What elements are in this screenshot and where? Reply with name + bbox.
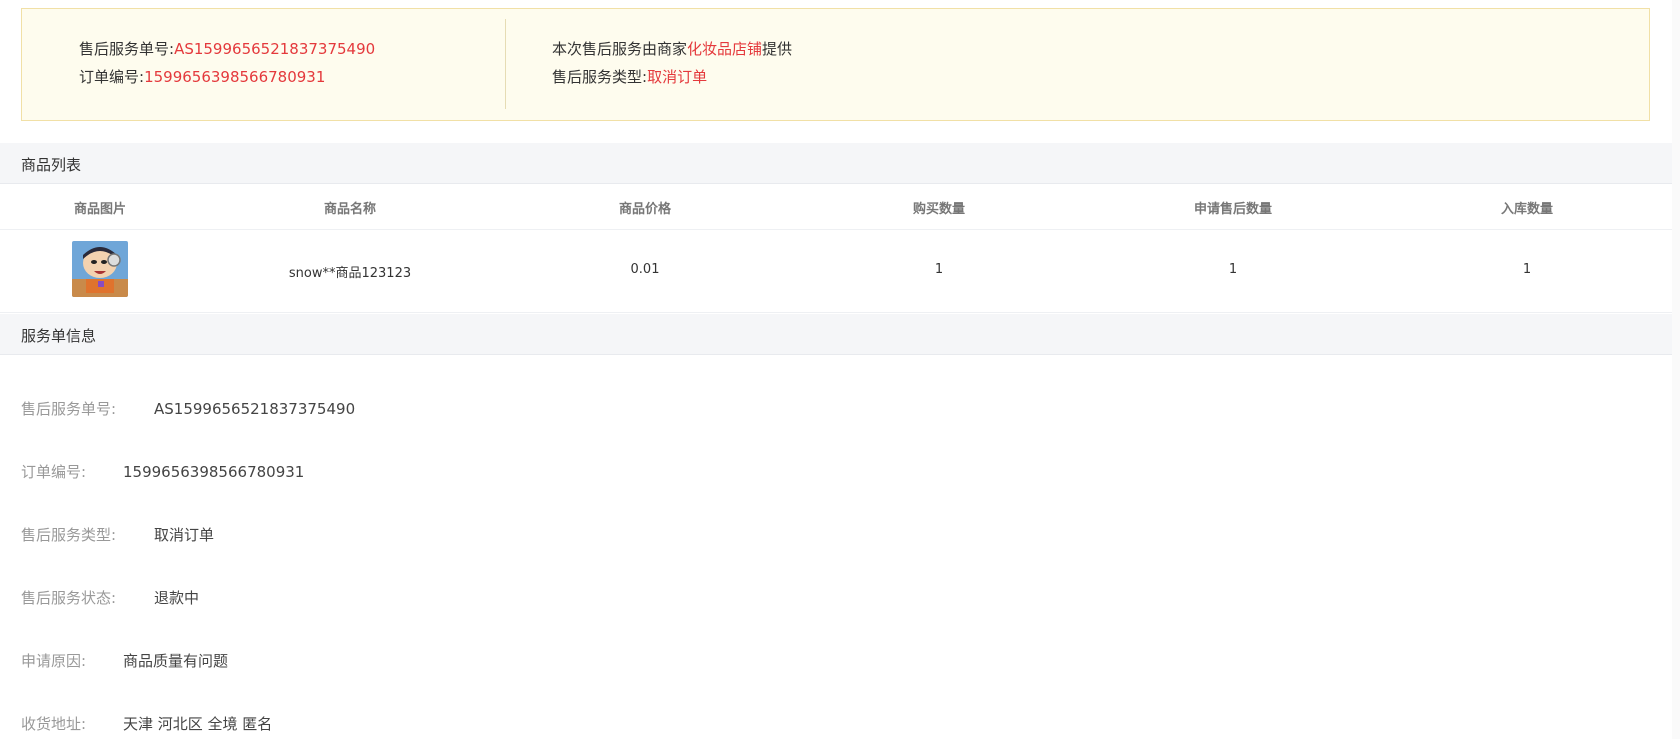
- info-value: 商品质量有问题: [123, 652, 229, 670]
- info-label: 售后服务类型:: [21, 526, 117, 544]
- col-header-image: 商品图片: [73, 202, 127, 217]
- info-row-service-no: 售后服务单号: AS1599656521837375490: [21, 398, 355, 419]
- info-row-reason: 申请原因: 商品质量有问题: [21, 650, 228, 671]
- vertical-scrollbar[interactable]: [1672, 0, 1680, 739]
- info-value: 取消订单: [154, 526, 215, 544]
- goods-section-title: 商品列表: [21, 156, 82, 174]
- goods-table-header: 商品图片 商品名称 商品价格 购买数量 申请售后数量 入库数量: [0, 185, 1672, 230]
- summary-order-no-value: 1599656398566780931: [144, 68, 326, 86]
- info-value: 天津 河北区 全境 匿名: [123, 715, 273, 733]
- summary-order-no-label: 订单编号:: [79, 68, 145, 86]
- summary-service-type: 售后服务类型:取消订单: [552, 67, 707, 87]
- info-row-service-type: 售后服务类型: 取消订单: [21, 524, 214, 545]
- summary-provider-prefix: 本次售后服务由商家: [552, 40, 688, 58]
- summary-shop-name[interactable]: 化妆品店铺: [687, 40, 762, 58]
- info-label: 售后服务单号:: [21, 400, 117, 418]
- summary-service-type-label: 售后服务类型:: [552, 68, 648, 86]
- info-row-address: 收货地址: 天津 河北区 全境 匿名: [21, 713, 272, 734]
- product-name-link[interactable]: snow**商品123123: [289, 262, 411, 281]
- after-sale-detail-page: 售后服务单号:AS1599656521837375490 订单编号:159965…: [0, 0, 1680, 739]
- product-stock-qty: 1: [1522, 262, 1532, 277]
- summary-provider: 本次售后服务由商家化妆品店铺提供: [552, 39, 792, 59]
- service-section-title: 服务单信息: [21, 327, 97, 345]
- col-header-stock-qty: 入库数量: [1500, 202, 1554, 217]
- info-row-order-no: 订单编号: 1599656398566780931: [21, 461, 304, 482]
- table-row: snow**商品123123 0.01 1 1 1: [0, 230, 1672, 313]
- summary-service-no-label: 售后服务单号:: [79, 40, 175, 58]
- summary-service-no-value: AS1599656521837375490: [174, 40, 376, 58]
- info-value: 1599656398566780931: [123, 463, 305, 481]
- product-thumbnail[interactable]: [72, 241, 128, 297]
- info-label: 订单编号:: [21, 463, 87, 481]
- col-header-apply-qty: 申请售后数量: [1193, 202, 1273, 217]
- info-label: 收货地址:: [21, 715, 87, 733]
- product-thumbnail-icon: [72, 241, 128, 297]
- service-section-header: 服务单信息: [0, 314, 1672, 355]
- col-header-buy-qty: 购买数量: [912, 202, 966, 217]
- info-label: 售后服务状态:: [21, 589, 117, 607]
- col-header-name: 商品名称: [323, 202, 377, 217]
- summary-order-no: 订单编号:1599656398566780931: [79, 67, 325, 87]
- col-header-price: 商品价格: [618, 202, 672, 217]
- info-label: 申请原因:: [21, 652, 87, 670]
- product-buy-qty: 1: [934, 262, 944, 277]
- goods-table: 商品图片 商品名称 商品价格 购买数量 申请售后数量 入库数量 snow**商品…: [0, 185, 1672, 313]
- goods-section-header: 商品列表: [0, 143, 1672, 184]
- summary-divider: [505, 19, 506, 109]
- info-value: AS1599656521837375490: [154, 400, 356, 418]
- info-value: 退款中: [154, 589, 200, 607]
- product-price: 0.01: [630, 262, 660, 277]
- summary-box: 售后服务单号:AS1599656521837375490 订单编号:159965…: [21, 8, 1650, 121]
- info-row-service-status: 售后服务状态: 退款中: [21, 587, 199, 608]
- summary-provider-suffix: 提供: [762, 40, 793, 58]
- product-apply-qty: 1: [1228, 262, 1238, 277]
- summary-service-type-value: 取消订单: [647, 68, 708, 86]
- summary-service-no: 售后服务单号:AS1599656521837375490: [79, 39, 375, 59]
